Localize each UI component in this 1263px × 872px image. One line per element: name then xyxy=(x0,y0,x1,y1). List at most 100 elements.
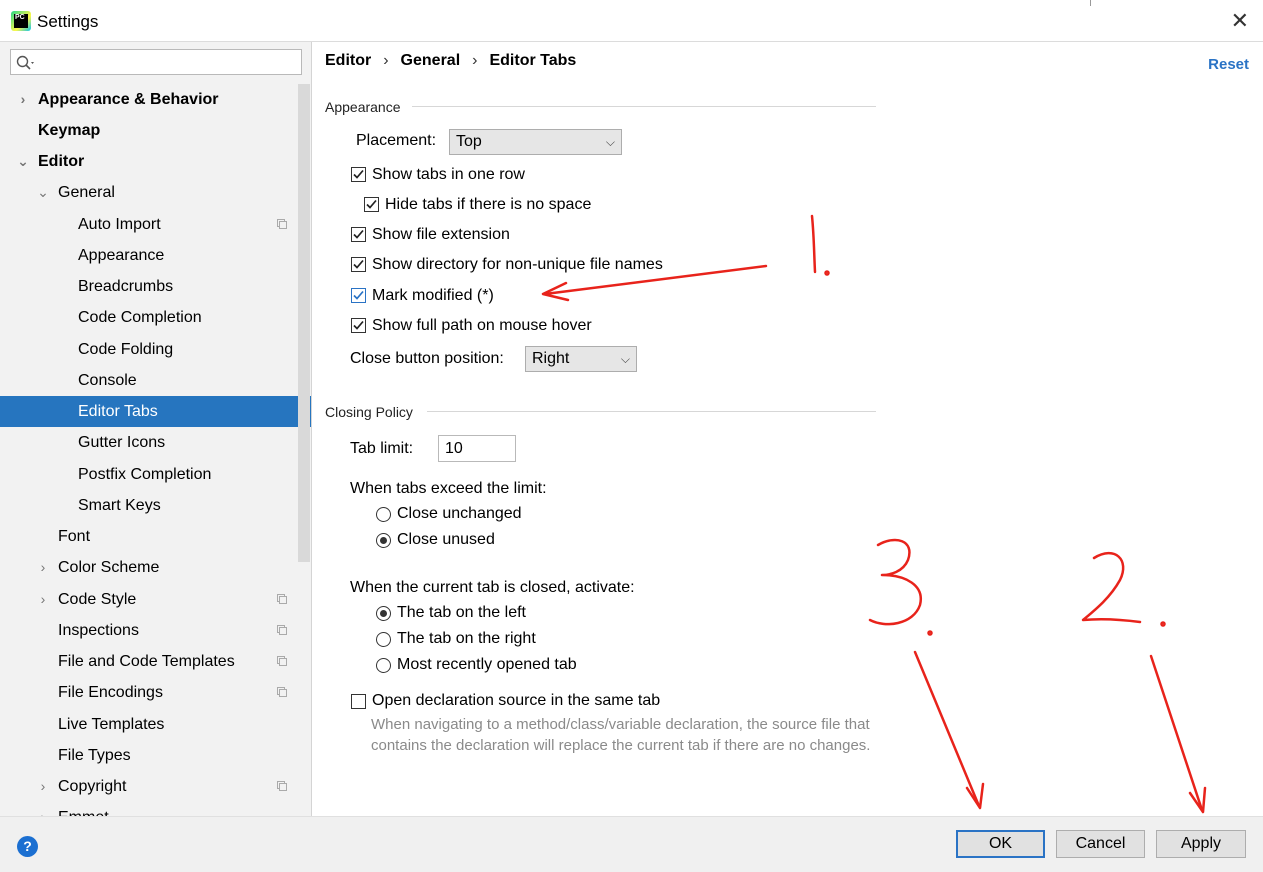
tab-right-radio[interactable] xyxy=(376,632,391,647)
check-icon xyxy=(353,320,364,330)
sidebar-item-color-scheme[interactable]: › Color Scheme xyxy=(0,552,311,583)
check-icon xyxy=(353,169,364,179)
sidebar-item-label: File Encodings xyxy=(58,684,163,701)
sidebar-item-smart-keys[interactable]: Smart Keys xyxy=(0,490,311,521)
sidebar-item-file-and-code-templates[interactable]: File and Code Templates xyxy=(0,646,311,677)
most-recent-radio[interactable] xyxy=(376,658,391,673)
project-settings-icon xyxy=(277,594,287,604)
chevron-right-icon[interactable]: › xyxy=(36,802,50,816)
close-button-position-dropdown[interactable]: Right ⌵ xyxy=(525,346,637,372)
sidebar-item-breadcrumbs[interactable]: Breadcrumbs xyxy=(0,271,311,302)
ok-button[interactable]: OK xyxy=(956,830,1045,858)
sidebar-item-editor[interactable]: ⌄ Editor xyxy=(0,146,311,177)
chevron-right-icon[interactable]: › xyxy=(36,771,50,802)
sidebar-item-inspections[interactable]: Inspections xyxy=(0,615,311,646)
sidebar-item-label: Postfix Completion xyxy=(78,466,212,483)
sidebar-item-code-completion[interactable]: Code Completion xyxy=(0,302,311,333)
show-full-path-checkbox[interactable] xyxy=(351,318,366,333)
section-divider xyxy=(412,106,876,107)
check-icon xyxy=(353,259,364,269)
window-title: Settings xyxy=(37,12,99,31)
hide-tabs-checkbox[interactable] xyxy=(364,197,379,212)
sidebar-scrollbar[interactable] xyxy=(298,84,310,562)
close-unused-radio[interactable] xyxy=(376,533,391,548)
show-tabs-one-row-checkbox[interactable] xyxy=(351,167,366,182)
placement-label: Placement: xyxy=(356,132,437,149)
placement-dropdown[interactable]: Top ⌵ xyxy=(449,129,622,155)
sidebar-item-editor-tabs[interactable]: Editor Tabs xyxy=(0,396,311,427)
tab-right-label: The tab on the right xyxy=(397,630,536,647)
sidebar-item-general[interactable]: ⌄ General xyxy=(0,177,311,208)
sidebar-item-label: Code Folding xyxy=(78,341,174,358)
sidebar-item-auto-import[interactable]: Auto Import xyxy=(0,209,311,240)
settings-tree: › Appearance & Behavior Keymap ⌄ Editor ⌄ Gene… xyxy=(0,84,311,816)
project-settings-icon xyxy=(277,625,287,635)
sidebar-item-label: Editor Tabs xyxy=(78,403,158,420)
sidebar-item-label: Code Completion xyxy=(78,309,202,326)
tab-limit-label: Tab limit: xyxy=(350,440,414,457)
project-settings-icon xyxy=(277,219,287,229)
sidebar-item-code-folding[interactable]: Code Folding xyxy=(0,334,311,365)
breadcrumb-separator: › xyxy=(472,52,478,69)
apply-button[interactable]: Apply xyxy=(1156,830,1246,858)
breadcrumb-separator: › xyxy=(383,52,389,69)
sidebar-item-copyright[interactable]: › Copyright xyxy=(0,771,311,802)
background-window-edge xyxy=(1090,0,1239,6)
search-icon xyxy=(16,55,34,70)
sidebar-item-label: Keymap xyxy=(38,122,101,139)
close-unchanged-radio[interactable] xyxy=(376,507,391,522)
sidebar-item-console[interactable]: Console xyxy=(0,365,311,396)
settings-sidebar: › Appearance & Behavior Keymap ⌄ Editor ⌄ Gene… xyxy=(0,42,312,816)
project-settings-icon xyxy=(277,656,287,666)
sidebar-item-font[interactable]: Font xyxy=(0,521,311,552)
reset-link[interactable]: Reset xyxy=(1208,56,1249,73)
hide-tabs-label: Hide tabs if there is no space xyxy=(385,196,592,213)
help-icon[interactable]: ? xyxy=(17,836,38,857)
chevron-down-icon[interactable]: ⌄ xyxy=(36,177,50,208)
sidebar-item-live-templates[interactable]: Live Templates xyxy=(0,709,311,740)
open-declaration-label: Open declaration source in the same tab xyxy=(372,692,661,709)
show-file-extension-checkbox[interactable] xyxy=(351,227,366,242)
chevron-right-icon[interactable]: › xyxy=(36,584,50,615)
sidebar-item-gutter-icons[interactable]: Gutter Icons xyxy=(0,427,311,458)
sidebar-item-label: Appearance & Behavior xyxy=(38,91,219,108)
sidebar-item-label: Breadcrumbs xyxy=(78,278,174,295)
sidebar-item-postfix-completion[interactable]: Postfix Completion xyxy=(0,459,311,490)
sidebar-item-emmet[interactable]: › Emmet xyxy=(0,802,311,816)
section-divider xyxy=(427,411,876,412)
open-declaration-description: When navigating to a method/class/variab… xyxy=(371,716,871,754)
open-declaration-checkbox[interactable] xyxy=(351,694,366,709)
check-icon xyxy=(353,229,364,239)
sidebar-item-appearance[interactable]: Appearance xyxy=(0,240,311,271)
sidebar-item-keymap[interactable]: Keymap xyxy=(0,115,311,146)
tab-limit-input[interactable]: 10 xyxy=(438,435,516,462)
chevron-down-icon: ⌵ xyxy=(605,135,615,149)
title-bar: PC Settings ✕ xyxy=(0,0,1263,42)
close-icon[interactable]: ✕ xyxy=(1231,8,1249,34)
chevron-right-icon[interactable]: › xyxy=(36,552,50,583)
close-unused-label: Close unused xyxy=(397,531,495,548)
sidebar-item-label: Copyright xyxy=(58,778,127,795)
tab-left-label: The tab on the left xyxy=(397,604,526,621)
show-full-path-label: Show full path on mouse hover xyxy=(372,317,592,334)
exceed-limit-label: When tabs exceed the limit: xyxy=(350,480,547,497)
cancel-button[interactable]: Cancel xyxy=(1056,830,1145,858)
sidebar-item-label: Color Scheme xyxy=(58,559,160,576)
tab-left-radio[interactable] xyxy=(376,606,391,621)
sidebar-item-label: Gutter Icons xyxy=(78,434,166,451)
settings-content: Editor › General › Editor Tabs Reset Appeara… xyxy=(312,42,1263,816)
chevron-down-icon[interactable]: ⌄ xyxy=(16,146,30,177)
show-directory-checkbox[interactable] xyxy=(351,257,366,272)
mark-modified-checkbox[interactable] xyxy=(351,288,366,303)
show-tabs-one-row-label: Show tabs in one row xyxy=(372,166,525,183)
sidebar-item-code-style[interactable]: › Code Style xyxy=(0,584,311,615)
chevron-right-icon[interactable]: › xyxy=(16,84,30,115)
sidebar-item-file-types[interactable]: File Types xyxy=(0,740,311,771)
sidebar-item-file-encodings[interactable]: File Encodings xyxy=(0,677,311,708)
sidebar-item-label: Auto Import xyxy=(78,216,161,233)
search-input[interactable] xyxy=(10,49,302,75)
most-recent-label: Most recently opened tab xyxy=(397,656,577,673)
close-unchanged-label: Close unchanged xyxy=(397,505,522,522)
sidebar-item-appearance-behavior[interactable]: › Appearance & Behavior xyxy=(0,84,311,115)
project-settings-icon xyxy=(277,781,287,791)
